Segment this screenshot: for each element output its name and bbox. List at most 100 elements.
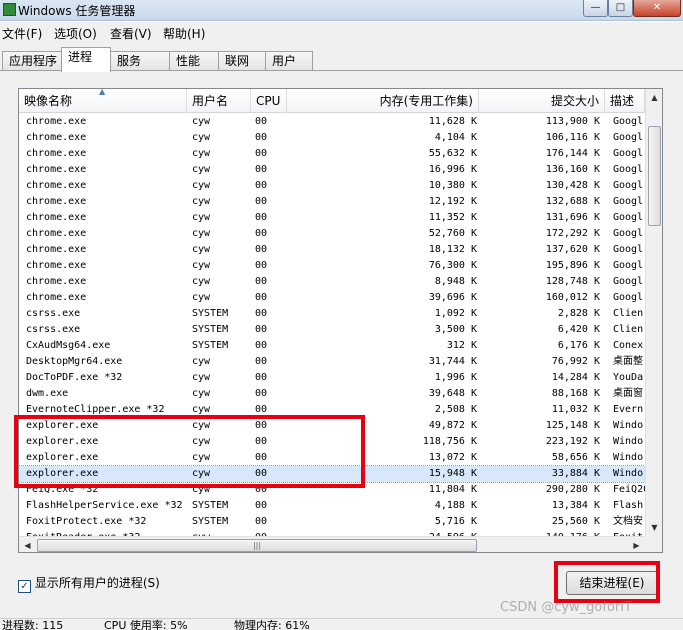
tab-networking[interactable]: 联网 bbox=[218, 51, 266, 71]
close-button[interactable]: ✕ bbox=[633, 0, 681, 17]
description-cell: Googl bbox=[613, 260, 644, 271]
description-cell: Googl bbox=[613, 132, 644, 143]
status-physical-memory: 物理内存: 61% bbox=[234, 619, 310, 630]
commit-size-cell: 128,748 K bbox=[545, 276, 600, 287]
minimize-button[interactable]: — bbox=[583, 0, 608, 17]
cpu-cell: 00 bbox=[255, 196, 268, 207]
commit-size-cell: 6,176 K bbox=[557, 340, 600, 351]
table-row[interactable]: csrss.exe SYSTEM 00 3,500 K 6,420 K Clien bbox=[19, 322, 645, 338]
table-row[interactable]: DocToPDF.exe *32 cyw 00 1,996 K 14,284 K YouD… bbox=[19, 370, 645, 386]
description-cell: Googl bbox=[613, 148, 644, 159]
table-row[interactable]: CxAudMsg64.exe SYSTEM 00 312 K 6,176 K Conex bbox=[19, 338, 645, 354]
watermark: CSDN @cyw_goforIT bbox=[500, 600, 633, 615]
description-cell: Googl bbox=[613, 116, 644, 127]
description-cell: Googl bbox=[613, 228, 644, 239]
status-cpu-usage: CPU 使用率: 5% bbox=[104, 619, 188, 630]
description-cell: Googl bbox=[613, 292, 644, 303]
column-user-name[interactable]: 用户名 bbox=[187, 89, 251, 113]
user-name-cell: cyw bbox=[192, 148, 211, 159]
end-process-highlight bbox=[554, 561, 660, 603]
table-row[interactable]: chrome.exe cyw 00 10,380 K 130,428 K Googl bbox=[19, 178, 645, 194]
scroll-left-icon[interactable]: ◀ bbox=[19, 537, 36, 552]
description-cell: Windo bbox=[613, 436, 644, 447]
show-all-users-option[interactable]: ✓ 显示所有用户的进程(S) bbox=[18, 574, 160, 593]
memory-cell: 52,760 K bbox=[428, 228, 477, 239]
table-row[interactable]: FoxitProtect.exe *32 SYSTEM 00 5,716 K 25,56… bbox=[19, 514, 645, 530]
column-description[interactable]: 描述 bbox=[605, 89, 645, 113]
tab-processes[interactable]: 进程 bbox=[61, 47, 111, 72]
table-row[interactable]: chrome.exe cyw 00 18,132 K 137,620 K Googl bbox=[19, 242, 645, 258]
commit-size-cell: 195,896 K bbox=[545, 260, 600, 271]
tab-applications[interactable]: 应用程序 bbox=[2, 51, 62, 71]
user-name-cell: cyw bbox=[192, 132, 211, 143]
table-row[interactable]: chrome.exe cyw 00 16,996 K 136,160 K Googl bbox=[19, 162, 645, 178]
process-name-cell: chrome.exe bbox=[26, 228, 87, 239]
cpu-cell: 00 bbox=[255, 340, 268, 351]
table-row[interactable]: chrome.exe cyw 00 12,192 K 132,688 K Googl bbox=[19, 194, 645, 210]
vertical-scrollbar[interactable]: ▲ ▼ bbox=[645, 89, 662, 536]
commit-size-cell: 106,116 K bbox=[545, 132, 600, 143]
tab-services[interactable]: 服务 bbox=[110, 51, 170, 71]
commit-size-cell: 13,384 K bbox=[551, 500, 600, 511]
scroll-up-icon[interactable]: ▲ bbox=[646, 89, 662, 106]
commit-size-cell: 2,828 K bbox=[557, 308, 600, 319]
cpu-cell: 00 bbox=[255, 516, 268, 527]
description-cell: 桌面窗 bbox=[613, 388, 643, 399]
process-name-cell: csrss.exe bbox=[26, 324, 81, 335]
description-cell: Googl bbox=[613, 244, 644, 255]
commit-size-cell: 137,620 K bbox=[545, 244, 600, 255]
table-row[interactable]: chrome.exe cyw 00 4,104 K 106,116 K Googl bbox=[19, 130, 645, 146]
column-cpu[interactable]: CPU bbox=[251, 89, 287, 113]
menu-file[interactable]: 文件(F) bbox=[2, 25, 42, 42]
scroll-right-icon[interactable]: ▶ bbox=[628, 537, 645, 552]
memory-cell: 11,628 K bbox=[428, 116, 477, 127]
menu-help[interactable]: 帮助(H) bbox=[163, 25, 205, 42]
user-name-cell: cyw bbox=[192, 260, 211, 271]
menu-options[interactable]: 选项(O) bbox=[54, 25, 97, 42]
show-all-users-checkbox[interactable]: ✓ bbox=[18, 580, 31, 593]
cpu-cell: 00 bbox=[255, 244, 268, 255]
commit-size-cell: 58,656 K bbox=[551, 452, 600, 463]
table-row[interactable]: chrome.exe cyw 00 52,760 K 172,292 K Googl bbox=[19, 226, 645, 242]
memory-cell: 39,696 K bbox=[428, 292, 477, 303]
vertical-scroll-thumb[interactable] bbox=[648, 126, 661, 226]
process-name-cell: chrome.exe bbox=[26, 164, 87, 175]
description-cell: 文档安 bbox=[613, 516, 643, 527]
table-row[interactable]: FlashHelperService.exe *32 SYSTEM 00 4,188 … bbox=[19, 498, 645, 514]
horizontal-scrollbar[interactable]: ◀ ||| ▶ bbox=[19, 536, 645, 552]
tab-users[interactable]: 用户 bbox=[265, 51, 313, 71]
user-name-cell: SYSTEM bbox=[192, 500, 229, 511]
description-cell: Flash bbox=[613, 500, 644, 511]
table-row[interactable]: chrome.exe cyw 00 11,352 K 131,696 K Googl bbox=[19, 210, 645, 226]
table-row[interactable]: chrome.exe cyw 00 39,696 K 160,012 K Googl bbox=[19, 290, 645, 306]
column-commit-size[interactable]: 提交大小 bbox=[479, 89, 605, 113]
table-row[interactable]: dwm.exe cyw 00 39,648 K 88,168 K 桌面窗 bbox=[19, 386, 645, 402]
cpu-cell: 00 bbox=[255, 292, 268, 303]
menu-bar: 文件(F) 选项(O) 查看(V) 帮助(H) bbox=[0, 22, 683, 42]
cpu-cell: 00 bbox=[255, 372, 268, 383]
process-name-cell: FlashHelperService.exe *32 bbox=[26, 500, 183, 511]
column-image-name[interactable]: 映像名称 ▲ bbox=[19, 89, 187, 113]
process-name-cell: chrome.exe bbox=[26, 180, 87, 191]
user-name-cell: SYSTEM bbox=[192, 340, 229, 351]
column-memory[interactable]: 内存(专用工作集) bbox=[287, 89, 479, 113]
cpu-cell: 00 bbox=[255, 388, 268, 399]
table-row[interactable]: chrome.exe cyw 00 76,300 K 195,896 K Googl bbox=[19, 258, 645, 274]
tab-performance[interactable]: 性能 bbox=[169, 51, 219, 71]
process-name-cell: chrome.exe bbox=[26, 276, 87, 287]
cpu-cell: 00 bbox=[255, 180, 268, 191]
process-name-cell: chrome.exe bbox=[26, 244, 87, 255]
scroll-down-icon[interactable]: ▼ bbox=[646, 519, 662, 536]
table-row[interactable]: chrome.exe cyw 00 8,948 K 128,748 K Googl bbox=[19, 274, 645, 290]
user-name-cell: cyw bbox=[192, 180, 211, 191]
table-row[interactable]: chrome.exe cyw 00 55,632 K 176,144 K Googl bbox=[19, 146, 645, 162]
table-row[interactable]: csrss.exe SYSTEM 00 1,092 K 2,828 K Clien bbox=[19, 306, 645, 322]
user-name-cell: cyw bbox=[192, 276, 211, 287]
process-name-cell: chrome.exe bbox=[26, 260, 87, 271]
commit-size-cell: 130,428 K bbox=[545, 180, 600, 191]
table-row[interactable]: DesktopMgr64.exe cyw 00 31,744 K 76,992 K 桌面整 bbox=[19, 354, 645, 370]
maximize-button[interactable]: □ bbox=[608, 0, 633, 17]
table-row[interactable]: chrome.exe cyw 00 11,628 K 113,900 K Googl bbox=[19, 114, 645, 130]
horizontal-scroll-thumb[interactable]: ||| bbox=[37, 539, 477, 552]
menu-view[interactable]: 查看(V) bbox=[110, 25, 152, 42]
